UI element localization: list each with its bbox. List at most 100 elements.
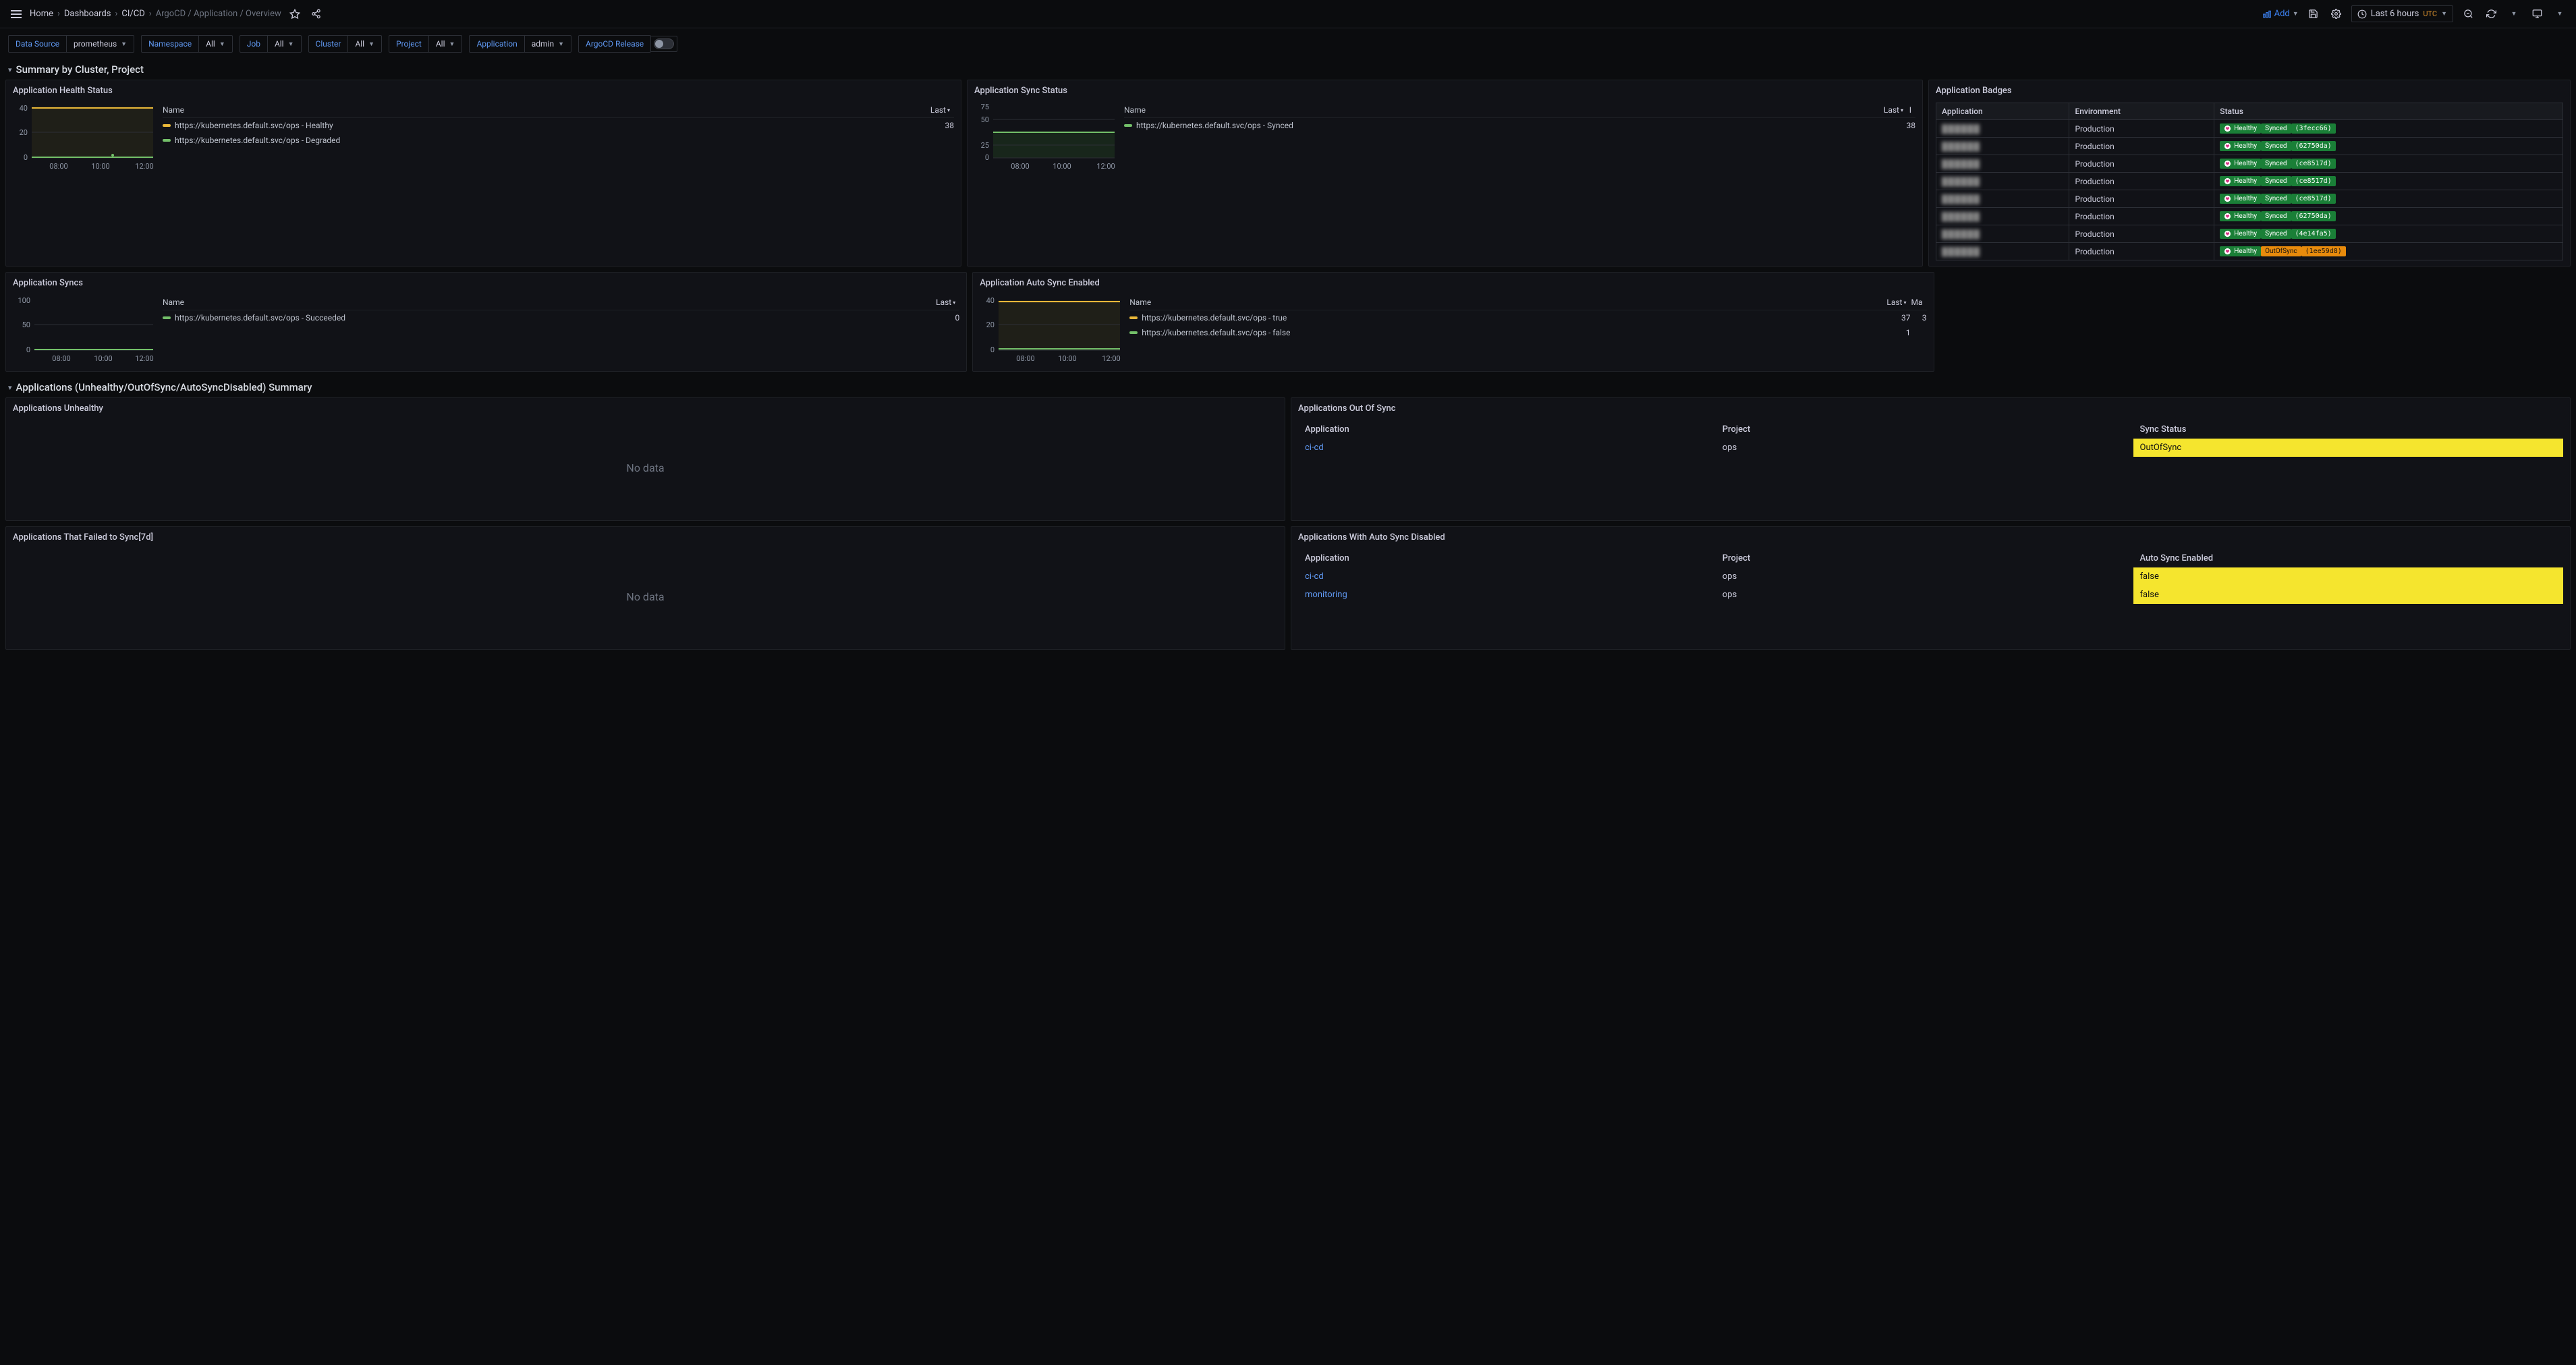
chart-autosync[interactable]: 40 20 0 08:00 10:00 12:00	[980, 295, 1121, 366]
share-icon[interactable]	[308, 6, 325, 22]
topbar: Home › Dashboards › CI/CD › ArgoCD / App…	[0, 0, 2576, 28]
breadcrumb: Home › Dashboards › CI/CD › ArgoCD / App…	[30, 9, 281, 19]
panel-failed-sync: Applications That Failed to Sync[7d] No …	[5, 526, 1285, 650]
legend-row[interactable]: https://kubernetes.default.svc/ops - Deg…	[163, 133, 954, 148]
hash-badge: (ce8517d)	[2291, 159, 2336, 169]
legend-row[interactable]: https://kubernetes.default.svc/ops - fal…	[1129, 325, 1926, 340]
var-project[interactable]: Project All▼	[389, 35, 462, 53]
panel-chevron[interactable]: ▼	[2552, 6, 2568, 22]
panel-sync-status: Application Sync Status 75 50 25 0 08:00…	[967, 80, 1923, 267]
col-project[interactable]: Project	[1716, 549, 2133, 567]
panels-row-4: Applications That Failed to Sync[7d] No …	[0, 526, 2576, 655]
svg-text:12:00: 12:00	[1102, 354, 1121, 363]
svg-text:10:00: 10:00	[91, 162, 109, 171]
app-link[interactable]: ci-cd	[1298, 567, 1716, 586]
refresh-interval-chevron[interactable]: ▼	[2506, 6, 2522, 22]
sort-caret-icon: ▾	[953, 300, 955, 306]
var-datasource[interactable]: Data Source prometheus▼	[8, 35, 134, 53]
svg-text:75: 75	[981, 103, 989, 111]
table-row[interactable]: ██████ Production Healthy Synced (62750d…	[1936, 208, 2563, 225]
var-argocd-release[interactable]: ArgoCD Release	[578, 35, 677, 53]
sync-badge: Synced	[2261, 211, 2291, 221]
col-status[interactable]: Status	[2214, 103, 2563, 120]
panel-title: Application Auto Sync Enabled	[980, 278, 1926, 288]
table-row[interactable]: ██████ Production Healthy Synced (ce8517…	[1936, 155, 2563, 173]
col-environment[interactable]: Environment	[2069, 103, 2214, 120]
table-row[interactable]: ██████ Production Healthy Synced (4e14fa…	[1936, 225, 2563, 243]
app-link[interactable]: monitoring	[1298, 586, 1716, 604]
col-project[interactable]: Project	[1716, 420, 2133, 439]
health-badge: Healthy	[2220, 176, 2261, 186]
section-header-summary[interactable]: ▾ Summary by Cluster, Project	[0, 59, 2576, 80]
status-badges: Healthy Synced (4e14fa5)	[2220, 229, 2557, 239]
redacted-text: ██████	[1942, 212, 1980, 221]
var-application[interactable]: Application admin▼	[469, 35, 571, 53]
var-cluster[interactable]: Cluster All▼	[308, 35, 383, 53]
sort-caret-icon: ▾	[1903, 300, 1906, 306]
chevron-down-icon: ▼	[121, 40, 127, 48]
chevron-down-icon: ▾	[8, 65, 12, 74]
table-row[interactable]: ██████ Production Healthy Synced (ce8517…	[1936, 173, 2563, 190]
panel-autosync: Application Auto Sync Enabled 40 20 0 08…	[972, 272, 1934, 372]
var-job[interactable]: Job All▼	[240, 35, 302, 53]
chevron-down-icon: ▼	[2441, 10, 2447, 18]
legend-row[interactable]: https://kubernetes.default.svc/ops - tru…	[1129, 310, 1926, 325]
chart-syncs[interactable]: 100 50 0 08:00 10:00 12:00	[13, 295, 155, 366]
toggle-switch[interactable]	[654, 38, 674, 49]
redacted-text: ██████	[1942, 229, 1980, 239]
col-autosync[interactable]: Auto Sync Enabled	[2133, 549, 2564, 567]
col-application[interactable]: Application	[1936, 103, 2069, 120]
health-badge: Healthy	[2220, 246, 2261, 256]
save-icon[interactable]	[2305, 6, 2322, 22]
no-data: No data	[13, 549, 1278, 644]
hash-badge: (1ee59d8)	[2301, 246, 2346, 256]
table-row[interactable]: ██████ Production Healthy Synced (3fecc6…	[1936, 120, 2563, 138]
section-header-apps[interactable]: ▾ Applications (Unhealthy/OutOfSync/Auto…	[0, 377, 2576, 397]
hash-badge: (3fecc66)	[2291, 123, 2336, 134]
legend-health: NameLast▾ https://kubernetes.default.svc…	[163, 103, 954, 148]
star-icon[interactable]	[287, 6, 303, 22]
sync-badge: Synced	[2261, 176, 2291, 186]
sync-badge: Synced	[2261, 123, 2291, 134]
legend-row[interactable]: https://kubernetes.default.svc/ops - Hea…	[163, 118, 954, 133]
gear-icon[interactable]	[2328, 6, 2345, 22]
refresh-icon[interactable]	[2483, 6, 2499, 22]
legend-sync: NameLast▾I https://kubernetes.default.sv…	[1124, 103, 1915, 133]
svg-text:100: 100	[18, 296, 30, 305]
crumb-dashboards[interactable]: Dashboards	[64, 9, 111, 19]
svg-text:12:00: 12:00	[135, 162, 153, 171]
zoom-out-icon[interactable]	[2460, 6, 2476, 22]
chart-sync[interactable]: 75 50 25 0 08:00 10:00 12:00	[974, 103, 1116, 173]
panel-title: Applications Out Of Sync	[1298, 403, 2563, 414]
svg-text:10:00: 10:00	[1053, 162, 1071, 171]
status-badges: Healthy Synced (ce8517d)	[2220, 159, 2557, 169]
status-badges: Healthy OutOfSync (1ee59d8)	[2220, 246, 2557, 256]
var-namespace[interactable]: Namespace All▼	[141, 35, 233, 53]
panels-row-3: Applications Unhealthy No data Applicati…	[0, 397, 2576, 526]
tz-badge: UTC	[2423, 9, 2437, 18]
monitor-icon[interactable]	[2529, 6, 2545, 22]
add-button[interactable]: Add ▼	[2262, 9, 2299, 19]
table-row[interactable]: ██████ Production Healthy Synced (62750d…	[1936, 138, 2563, 155]
crumb-cicd[interactable]: CI/CD	[121, 9, 144, 19]
table-row[interactable]: ██████ Production Healthy Synced (ce8517…	[1936, 190, 2563, 208]
menu-icon[interactable]	[8, 7, 24, 21]
chart-health[interactable]: 40 20 0 08:00 10:00 12:00	[13, 103, 155, 173]
col-application[interactable]: Application	[1298, 420, 1716, 439]
col-application[interactable]: Application	[1298, 549, 1716, 567]
svg-text:08:00: 08:00	[52, 354, 70, 363]
crumb-home[interactable]: Home	[30, 9, 53, 19]
col-sync-status[interactable]: Sync Status	[2133, 420, 2564, 439]
hash-badge: (ce8517d)	[2291, 176, 2336, 186]
panel-app-syncs: Application Syncs 100 50 0 08:00 10:00 1…	[5, 272, 967, 372]
legend-row[interactable]: https://kubernetes.default.svc/ops - Syn…	[1124, 118, 1915, 133]
legend-row[interactable]: https://kubernetes.default.svc/ops - Suc…	[163, 310, 959, 325]
time-range-picker[interactable]: Last 6 hours UTC ▼	[2351, 5, 2453, 22]
table-row[interactable]: monitoring ops false	[1298, 586, 2563, 604]
chevron-down-icon: ▼	[219, 40, 225, 48]
app-link[interactable]: ci-cd	[1298, 439, 1716, 457]
table-row[interactable]: ██████ Production Healthy OutOfSync (1ee…	[1936, 243, 2563, 260]
status-cell: false	[2133, 567, 2564, 586]
table-row[interactable]: ci-cd ops false	[1298, 567, 2563, 586]
table-row[interactable]: ci-cd ops OutOfSync	[1298, 439, 2563, 457]
